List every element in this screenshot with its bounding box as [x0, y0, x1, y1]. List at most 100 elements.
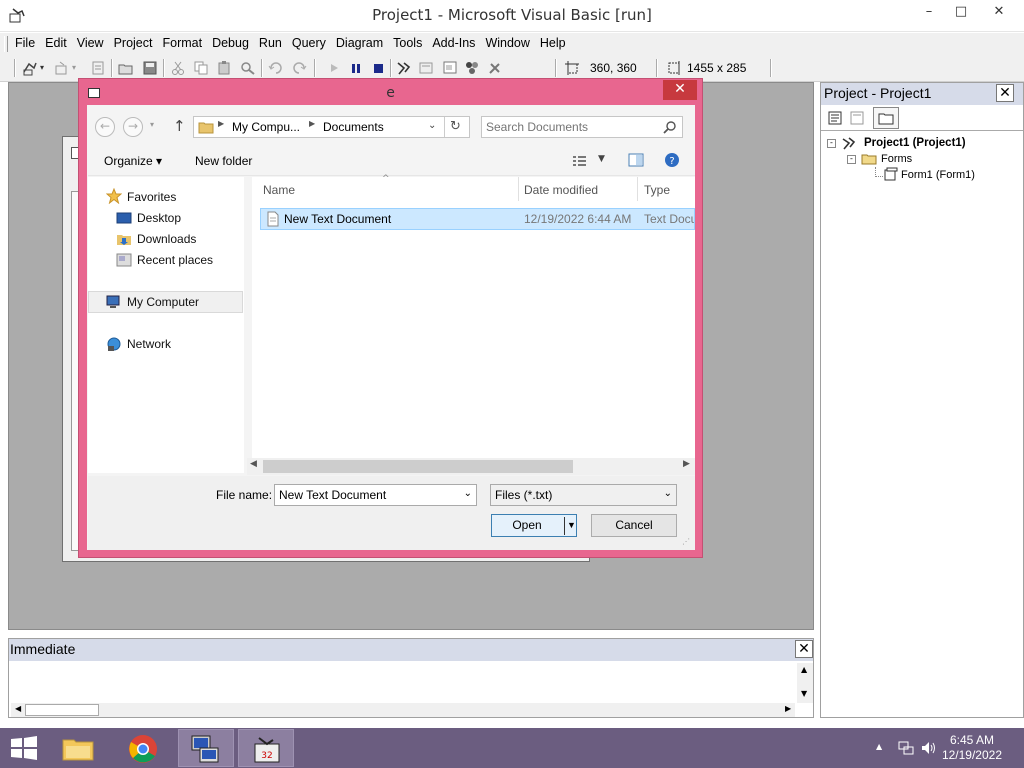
chevron-down-icon[interactable]: ⌄ — [428, 120, 436, 131]
system-clock[interactable]: 6:45 AM 12/19/2022 — [942, 733, 1002, 763]
menu-format[interactable]: Format — [157, 33, 207, 50]
find-icon[interactable] — [240, 60, 256, 76]
nav-desktop[interactable]: Desktop — [137, 211, 181, 225]
preview-pane-icon[interactable] — [628, 152, 644, 168]
up-button[interactable]: ↑ — [173, 117, 186, 135]
search-icon[interactable] — [662, 120, 678, 136]
file-name-input[interactable]: New Text Document ⌄ — [274, 484, 477, 506]
redo-icon[interactable] — [291, 60, 307, 76]
menu-tools[interactable]: Tools — [388, 33, 427, 50]
view-code-icon[interactable] — [827, 110, 843, 126]
toggle-folders-button[interactable] — [873, 107, 899, 129]
minimize-button[interactable]: – — [912, 0, 946, 26]
scroll-down-icon[interactable]: ▼ — [801, 689, 807, 698]
maximize-button[interactable]: □ — [946, 0, 976, 26]
column-date-modified[interactable]: Date modified — [524, 183, 598, 197]
scroll-left-icon[interactable]: ◀ — [15, 704, 21, 713]
menu-help[interactable]: Help — [535, 33, 571, 50]
toolbox-icon[interactable] — [487, 60, 503, 76]
new-folder-button[interactable]: New folder — [195, 154, 252, 168]
breadcrumb-my-computer[interactable]: My Compu... — [232, 120, 300, 134]
menu-add-ins[interactable]: Add-Ins — [427, 33, 480, 50]
menu-query[interactable]: Query — [287, 33, 331, 50]
add-project-icon[interactable] — [22, 60, 38, 76]
breadcrumb-documents[interactable]: Documents — [323, 120, 384, 134]
scroll-up-icon[interactable]: ▲ — [801, 665, 807, 674]
help-icon[interactable]: ? — [664, 152, 680, 168]
horizontal-scrollbar[interactable]: ◀ ▶ — [11, 703, 795, 717]
cancel-button[interactable]: Cancel — [591, 514, 677, 537]
nav-my-computer[interactable]: My Computer — [127, 295, 199, 309]
menu-project[interactable]: Project — [109, 33, 158, 50]
undo-icon[interactable] — [268, 60, 284, 76]
horizontal-scrollbar[interactable]: ◀ ▶ — [247, 458, 695, 475]
form-layout-icon[interactable] — [442, 60, 458, 76]
vertical-scrollbar[interactable]: ▲ ▼ — [797, 663, 813, 703]
immediate-text-area[interactable] — [11, 663, 795, 703]
nav-downloads[interactable]: Downloads — [137, 232, 196, 246]
file-row[interactable]: New Text Document 12/19/2022 6:44 AM Tex… — [260, 208, 695, 230]
organize-button[interactable]: Organize ▾ — [104, 154, 162, 168]
view-object-icon[interactable] — [849, 110, 865, 126]
open-button[interactable]: Open ▼ — [491, 514, 577, 537]
nav-recent-places[interactable]: Recent places — [137, 253, 213, 267]
scroll-left-icon[interactable]: ◀ — [250, 459, 257, 469]
menu-view[interactable]: View — [72, 33, 109, 50]
taskbar-computer-app[interactable] — [178, 729, 234, 767]
project-panel-close-button[interactable]: ✕ — [996, 84, 1014, 102]
menu-window[interactable]: Window — [480, 33, 534, 50]
back-button[interactable]: ← — [95, 117, 115, 137]
volume-icon[interactable] — [920, 740, 938, 756]
tree-form1-item[interactable]: Form1 (Form1) — [901, 169, 975, 181]
scroll-thumb[interactable] — [263, 460, 573, 473]
properties-window-icon[interactable] — [418, 60, 434, 76]
dialog-close-button[interactable]: ✕ — [663, 80, 697, 100]
column-divider[interactable] — [518, 177, 519, 201]
menu-diagram[interactable]: Diagram — [331, 33, 388, 50]
save-project-icon[interactable] — [142, 60, 158, 76]
search-box[interactable] — [481, 116, 683, 138]
menu-file[interactable]: File — [10, 33, 40, 50]
view-options-icon[interactable] — [572, 153, 588, 169]
chevron-down-icon[interactable]: ⌄ — [664, 488, 672, 499]
add-form-icon[interactable] — [54, 60, 70, 76]
tree-forms-folder[interactable]: Forms — [881, 153, 912, 165]
column-type[interactable]: Type — [644, 183, 670, 197]
start-button-windows-icon[interactable] — [10, 736, 38, 760]
column-name[interactable]: Name — [263, 183, 295, 197]
chevron-down-icon[interactable]: ⌄ — [464, 488, 472, 499]
forward-button[interactable]: → — [123, 117, 143, 137]
address-bar[interactable]: ▶ My Compu... ▶ Documents ⌄ ↻ — [193, 116, 470, 138]
paste-icon[interactable] — [216, 60, 232, 76]
open-split-arrow-icon[interactable]: ▼ — [567, 515, 576, 536]
menu-editor-icon[interactable] — [90, 60, 106, 76]
project-explorer-icon[interactable] — [396, 60, 412, 76]
tray-show-hidden-icon[interactable]: ▲ — [876, 742, 882, 751]
break-icon[interactable] — [348, 60, 364, 76]
end-icon[interactable] — [370, 60, 386, 76]
nav-network[interactable]: Network — [127, 337, 171, 351]
start-icon[interactable] — [326, 60, 342, 76]
scroll-right-icon[interactable]: ▶ — [785, 704, 791, 713]
chevron-down-icon[interactable]: ▼ — [598, 154, 605, 164]
nav-favorites[interactable]: Favorites — [127, 190, 176, 204]
taskbar-chrome[interactable] — [115, 729, 171, 767]
close-button[interactable]: ✕ — [976, 0, 1022, 26]
breadcrumb-separator-icon[interactable]: ▶ — [309, 119, 315, 128]
search-input[interactable] — [486, 119, 656, 135]
taskbar-visual-basic[interactable]: 32 — [238, 729, 294, 767]
tree-project-node[interactable]: Project1 (Project1) — [864, 137, 966, 149]
scroll-right-icon[interactable]: ▶ — [683, 459, 690, 469]
object-browser-icon[interactable] — [464, 60, 480, 76]
network-tray-icon[interactable] — [898, 740, 914, 756]
copy-icon[interactable] — [193, 60, 209, 76]
refresh-icon[interactable]: ↻ — [450, 119, 461, 134]
immediate-close-button[interactable]: ✕ — [795, 640, 813, 658]
toolbar-grip[interactable] — [14, 59, 16, 77]
menu-edit[interactable]: Edit — [40, 33, 72, 50]
column-divider[interactable] — [637, 177, 638, 201]
resize-grip-icon[interactable]: ⋰ — [682, 537, 690, 546]
collapse-toggle-icon[interactable]: - — [827, 139, 836, 148]
collapse-toggle-icon[interactable]: - — [847, 155, 856, 164]
menu-grip[interactable] — [4, 36, 8, 52]
